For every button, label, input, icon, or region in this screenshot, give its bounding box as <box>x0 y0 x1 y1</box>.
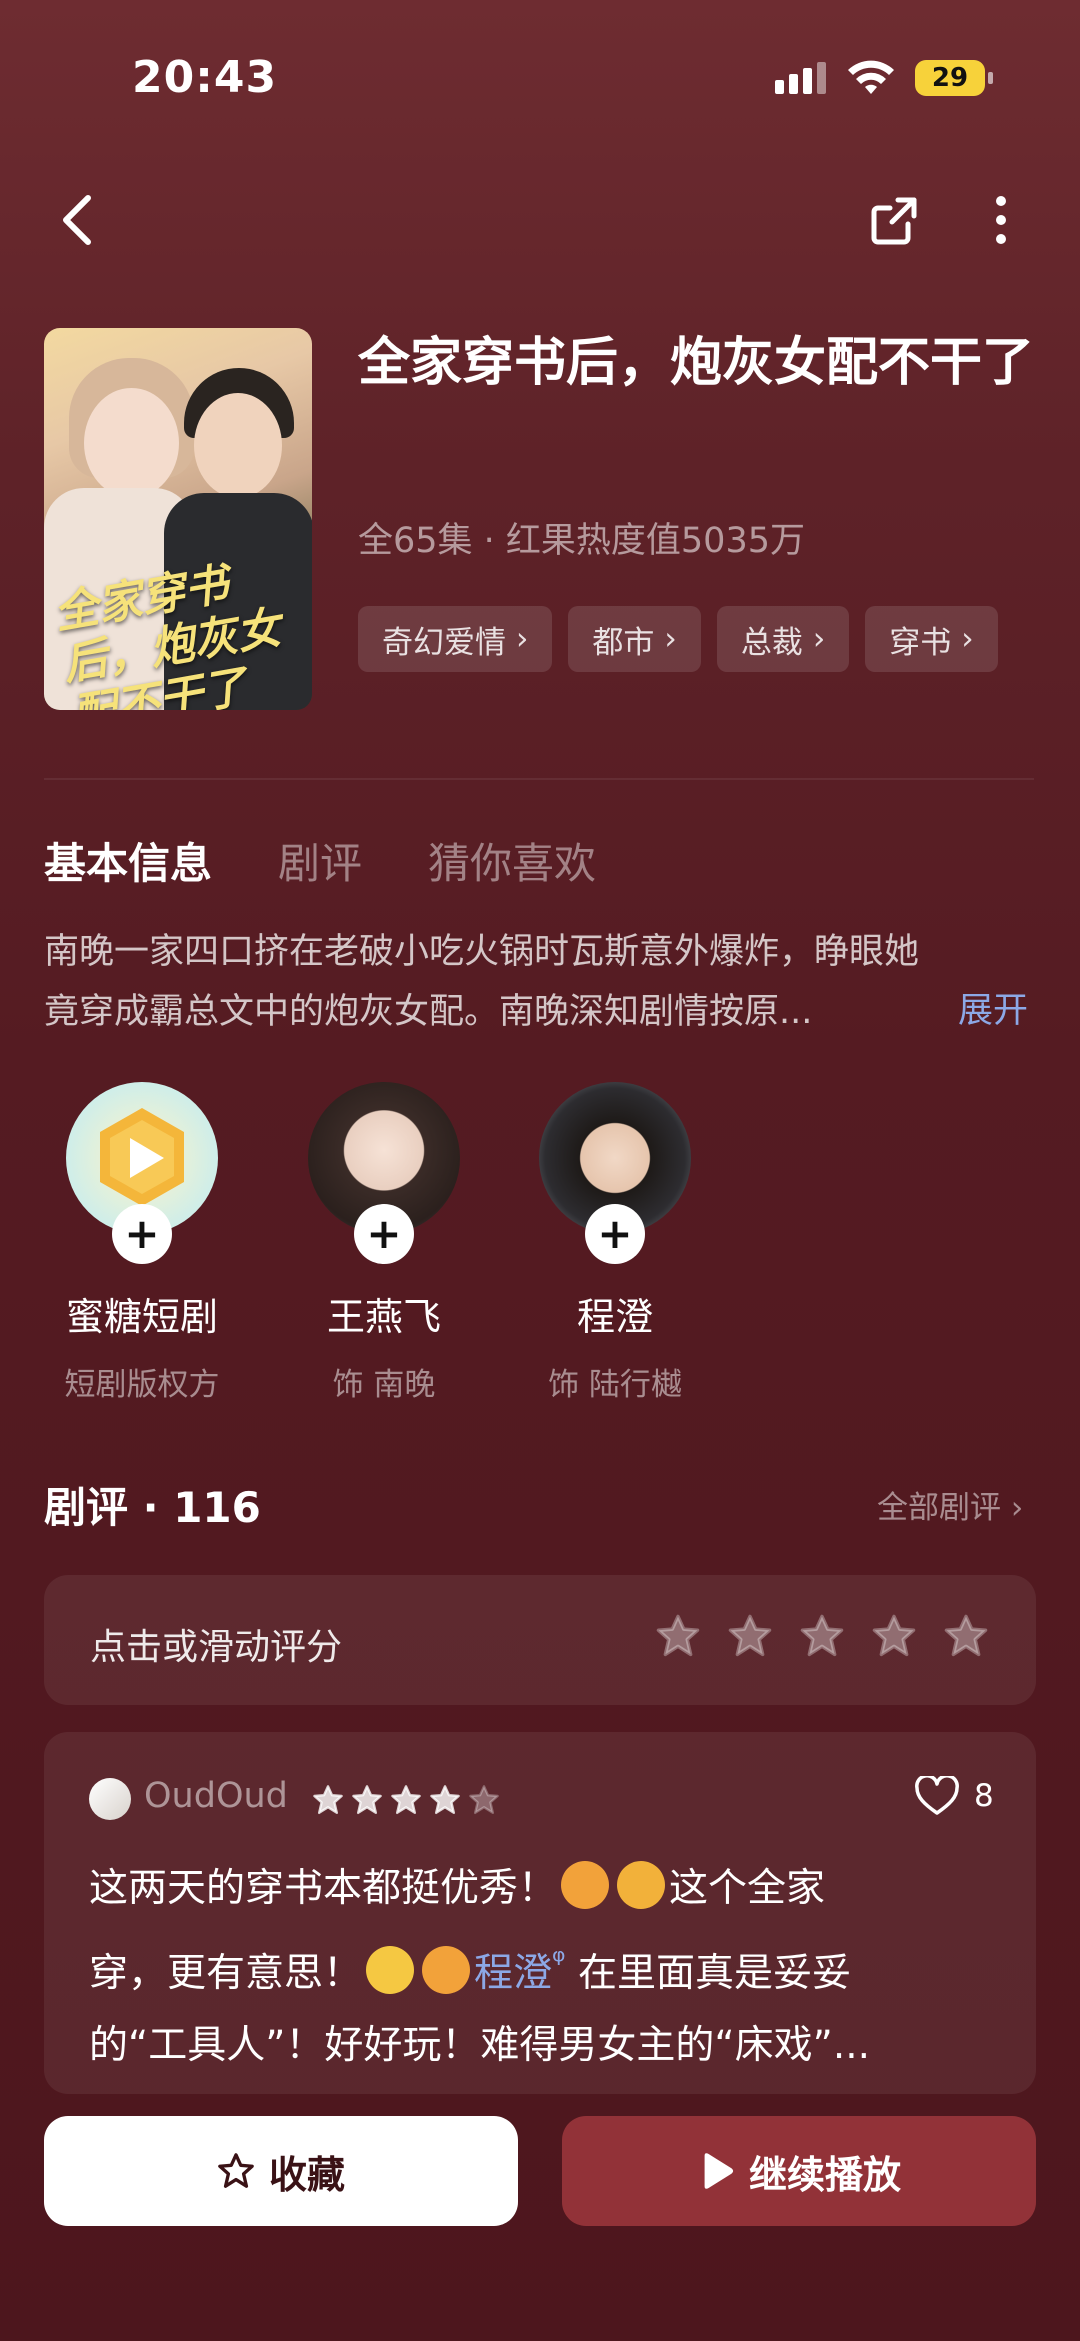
continue-play-button[interactable]: 继续播放 <box>562 2116 1036 2226</box>
chevron-right-icon: › <box>516 621 529 657</box>
drama-meta: 全65集 · 红果热度值5035万 <box>358 521 805 561</box>
like-button[interactable]: 8 <box>914 1776 994 1816</box>
tab-recommendations[interactable]: 猜你喜欢 <box>428 830 596 891</box>
chevron-left-icon <box>63 195 91 245</box>
review-text: 这两天的穿书本都挺优秀！ 这个全家 穿，更有意思！ 程澄ᵠ 在里面真是妥妥 的“工具… <box>89 1853 989 2082</box>
all-reviews-link[interactable]: 全部剧评 › <box>877 1482 1023 1527</box>
like-count: 8 <box>974 1778 994 1814</box>
more-vertical-icon <box>996 196 1006 244</box>
reviewer-name[interactable]: OudOud <box>144 1776 288 1816</box>
star-icon <box>469 1785 499 1814</box>
detail-tabs: 基本信息 剧评 猜你喜欢 <box>44 830 596 891</box>
thumbs-up-emoji-icon <box>561 1861 610 1909</box>
drama-poster[interactable]: 全家穿书后，炮灰女配不干了 <box>44 328 312 710</box>
tab-reviews[interactable]: 剧评 <box>278 830 362 891</box>
share-button[interactable] <box>866 192 922 248</box>
status-time: 20:43 <box>132 52 278 103</box>
star-icon <box>800 1614 844 1657</box>
favorite-button[interactable]: 收藏 <box>44 2116 518 2226</box>
star-icon <box>313 1785 343 1814</box>
search-icon: ᵠ <box>552 1942 566 1980</box>
drama-title: 全家穿书后，炮灰女配不干了 <box>358 333 1035 393</box>
cast-item-actor[interactable]: + 程澄 饰 陆行樾 <box>495 1082 735 1404</box>
play-icon <box>704 2153 734 2189</box>
star-icon <box>872 1614 916 1657</box>
cellular-signal-icon <box>775 62 826 94</box>
actress-avatar: + <box>308 1082 460 1264</box>
chevron-right-icon: › <box>812 621 826 657</box>
genre-tags: 奇幻爱情 › 都市 › 总裁 › 穿书 › <box>358 606 998 672</box>
battery-indicator: 29 <box>915 60 985 96</box>
cast-item-actress[interactable]: + 王燕飞 饰 南晚 <box>264 1082 504 1404</box>
tag-urban[interactable]: 都市 › <box>568 606 701 672</box>
cast-item-producer[interactable]: + 蜜糖短剧 短剧版权方 <box>22 1082 262 1404</box>
star-icon <box>391 1785 421 1814</box>
star-icon <box>430 1785 460 1814</box>
producer-avatar: + <box>66 1082 218 1264</box>
reviews-header: 剧评 · 116 <box>44 1483 261 1532</box>
follow-plus-icon[interactable]: + <box>354 1204 414 1264</box>
tag-ceo[interactable]: 总裁 › <box>716 606 850 672</box>
actor-avatar: + <box>539 1082 691 1264</box>
back-button[interactable] <box>52 190 102 250</box>
wifi-icon <box>846 58 896 100</box>
section-divider <box>44 778 1034 780</box>
chevron-right-icon: › <box>1010 1490 1024 1526</box>
star-icon <box>728 1614 772 1657</box>
tag-fantasy-romance[interactable]: 奇幻爱情 › <box>358 606 553 672</box>
laughing-emoji-icon <box>366 1946 415 1994</box>
rating-stars[interactable] <box>655 1613 989 1659</box>
star-icon <box>352 1785 382 1814</box>
synopsis: 南晚一家四口挤在老破小吃火锅时瓦斯意外爆炸，睁眼她 竟穿成霸总文中的炮灰女配。南… <box>44 932 920 1032</box>
tab-basic-info[interactable]: 基本信息 <box>44 830 212 891</box>
mention-link[interactable]: 程澄ᵠ <box>474 1942 566 1996</box>
heart-icon <box>915 1776 959 1815</box>
clapping-emoji-icon <box>617 1861 666 1909</box>
follow-plus-icon[interactable]: + <box>112 1204 172 1264</box>
follow-plus-icon[interactable]: + <box>585 1204 645 1264</box>
expand-link[interactable]: 展开 <box>958 982 1028 1033</box>
review-stars <box>312 1784 500 1816</box>
star-icon <box>944 1614 988 1657</box>
thumbs-up-emoji-icon <box>422 1946 471 1994</box>
chevron-right-icon: › <box>664 621 677 657</box>
star-icon <box>656 1614 700 1657</box>
chevron-right-icon: › <box>961 621 974 657</box>
reviewer-avatar[interactable] <box>89 1778 131 1820</box>
tag-transmigration[interactable]: 穿书 › <box>865 606 998 672</box>
more-button[interactable] <box>985 192 1017 248</box>
rating-prompt: 点击或滑动评分 <box>90 1627 343 1668</box>
share-icon <box>871 197 917 245</box>
battery-tip <box>988 72 993 84</box>
star-outline-icon <box>218 2153 254 2188</box>
